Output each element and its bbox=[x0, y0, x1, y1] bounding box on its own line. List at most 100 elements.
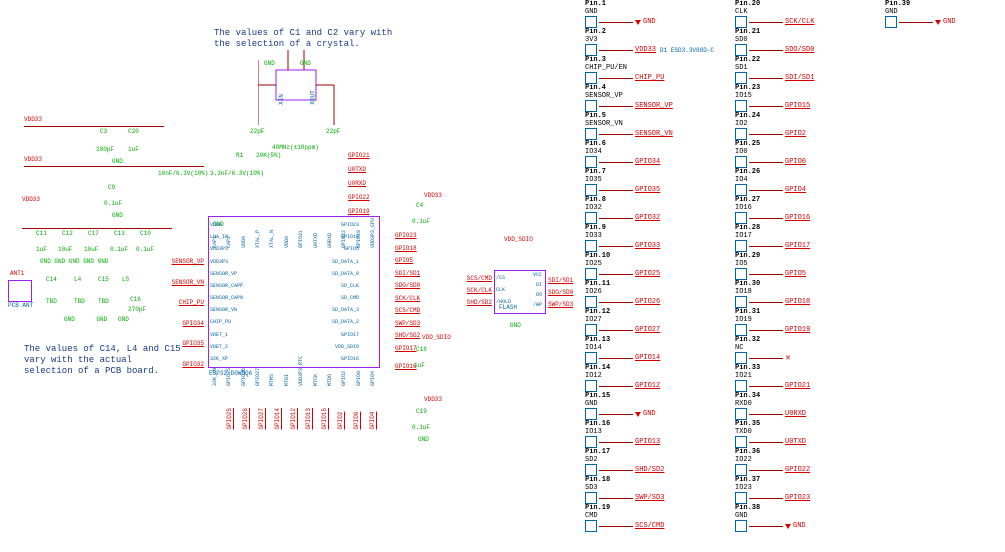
gnd-label: GND bbox=[418, 436, 429, 443]
vdd-sdio-rail: VDD_SDIO bbox=[422, 334, 451, 341]
ic-right-pins: GPIO23GPIO18GPIO5SD_DATA_1SD_DATA_0SD_CL… bbox=[332, 222, 359, 362]
c18-val: 1uF bbox=[414, 362, 425, 369]
c4-val: 0.1uF bbox=[412, 218, 430, 225]
pin-Pin.34: Pin.34RXD0U0RXD bbox=[735, 392, 865, 416]
l4-label: L4 bbox=[74, 276, 81, 283]
vdd33-rail: VDD33 bbox=[24, 156, 42, 163]
c9-label: C9 bbox=[108, 184, 115, 191]
ic-top-nets: GPIO21U0TXDU0RXDGPIO22GPIO19 bbox=[348, 148, 370, 218]
pin-Pin.35: Pin.35TXD0U0TXD bbox=[735, 420, 865, 444]
c17-label: C17 bbox=[88, 230, 99, 237]
c6-val: 3.3nF/6.3V(10%) bbox=[210, 170, 264, 177]
c15-val: TBD bbox=[98, 298, 109, 305]
gnd-label: GND GND GND bbox=[64, 316, 129, 323]
ic-bottom-nets: GPIO25GPIO26GPIO27GPIO14GPIO12GPIO13GPIO… bbox=[226, 408, 376, 430]
x1-val: 40MHz(±10ppm) bbox=[272, 144, 319, 151]
pin-Pin.2: Pin.23V3VDD33D1 ESD3.3V88D-C bbox=[585, 28, 715, 52]
pin-Pin.11: Pin.11IO26GPIO26 bbox=[585, 280, 715, 304]
c4-label: C4 bbox=[416, 202, 423, 209]
r1-val: 20K(5%) bbox=[256, 152, 281, 159]
flash-right-nets: SDI/SD1SDO/SD0SWP/SD3 bbox=[548, 274, 573, 310]
c1-val: 22pF bbox=[250, 128, 264, 135]
pin-Pin.33: Pin.33IO21GPIO21 bbox=[735, 364, 865, 388]
gnd-label: GND bbox=[300, 60, 311, 67]
pin-Pin.28: Pin.28IO17GPIO17 bbox=[735, 224, 865, 248]
vdd33-rail: VDD33 bbox=[424, 192, 442, 199]
c16-label: C16 bbox=[130, 296, 141, 303]
pin-Pin.31: Pin.31IO19GPIO19 bbox=[735, 308, 865, 332]
pin-Pin.8: Pin.8IO32GPIO32 bbox=[585, 196, 715, 220]
c11-label: C11 bbox=[36, 230, 47, 237]
pin-Pin.38: Pin.38GNDGND bbox=[735, 504, 865, 528]
pin-Pin.21: Pin.21SD0SDO/SD0 bbox=[735, 28, 865, 52]
c20-label: C20 bbox=[128, 128, 139, 135]
c19-val: 0.1uF bbox=[412, 424, 430, 431]
l5-label: L5 bbox=[122, 276, 129, 283]
c3-val: 100pF bbox=[96, 146, 114, 153]
pin-Pin.4: Pin.4SENSOR_VPSENSOR_VP bbox=[585, 84, 715, 108]
flash-right-pins: VCCDIDO/WP bbox=[524, 270, 542, 310]
pin-Pin.22: Pin.22SD1SDI/SD1 bbox=[735, 56, 865, 80]
pin-Pin.17: Pin.17SD2SHD/SD2 bbox=[585, 448, 715, 472]
c18-label: C18 bbox=[416, 346, 427, 353]
c13-val: 0.1uF bbox=[110, 246, 128, 253]
vdd33-rail: VDD33 bbox=[24, 116, 42, 123]
c20-val: 1uF bbox=[128, 146, 139, 153]
vdd33-rail: VDD33 bbox=[424, 396, 442, 403]
vdd33-rail: VDD33 bbox=[22, 196, 40, 203]
ic-left-pins: VDDALNA_INVDD3P3VDD3P3SENSOR_VPSENSOR_CA… bbox=[210, 222, 243, 362]
flash-left-pins: /CSCLK/HOLD bbox=[496, 272, 511, 308]
c9-val: 0.1uF bbox=[104, 200, 122, 207]
c3-label: C3 bbox=[100, 128, 107, 135]
pin-Pin.16: Pin.16IO13GPIO13 bbox=[585, 420, 715, 444]
gnd-label: GND bbox=[112, 212, 123, 219]
c17-val: 10uF bbox=[84, 246, 98, 253]
pin-Pin.1: Pin.1GNDGND bbox=[585, 0, 715, 24]
pin-Pin.15: Pin.15GNDGND bbox=[585, 392, 715, 416]
pin-Pin.6: Pin.6IO34GPIO34 bbox=[585, 140, 715, 164]
pin-Pin.12: Pin.12IO27GPIO27 bbox=[585, 308, 715, 332]
xout-label: XOUT bbox=[310, 90, 317, 104]
pin-Pin.7: Pin.7IO35GPIO35 bbox=[585, 168, 715, 192]
pin-Pin.36: Pin.36IO22GPIO22 bbox=[735, 448, 865, 472]
l4-val: TBD bbox=[74, 298, 85, 305]
pin-Pin.27: Pin.27IO16GPIO16 bbox=[735, 196, 865, 220]
c15-label: C15 bbox=[98, 276, 109, 283]
c12-label: C12 bbox=[62, 230, 73, 237]
pin-Pin.19: Pin.19CMDSCS/CMD bbox=[585, 504, 715, 528]
c12-val: 10uF bbox=[58, 246, 72, 253]
pin-Pin.13: Pin.13IO14GPIO14 bbox=[585, 336, 715, 360]
pin-Pin.23: Pin.23IO15GPIO15 bbox=[735, 84, 865, 108]
pin-Pin.29: Pin.29IO5GPIO5 bbox=[735, 252, 865, 276]
gnd-label: GND bbox=[264, 60, 275, 67]
pin-Pin.20: Pin.20CLKSCK/CLK bbox=[735, 0, 865, 24]
c5-val: 10nF/6.3V(10%) bbox=[158, 170, 208, 177]
pin-Pin.18: Pin.18SD3SWP/SD3 bbox=[585, 476, 715, 500]
gnd-label: GND GND GND GND GND bbox=[40, 258, 108, 265]
gnd-label: GND bbox=[112, 158, 123, 165]
c19-label: C19 bbox=[416, 408, 427, 415]
pin-Pin.37: Pin.37IO23GPIO23 bbox=[735, 476, 865, 500]
pin-Pin.39: Pin.39GNDGND bbox=[885, 0, 1005, 24]
pin-Pin.9: Pin.9IO33GPIO33 bbox=[585, 224, 715, 248]
c2-val: 22pF bbox=[326, 128, 340, 135]
schematic-region: GND GND XIN XOUT 22pF 22pF 40MHz(±10ppm)… bbox=[0, 0, 570, 552]
pin-Pin.10: Pin.10IO25GPIO25 bbox=[585, 252, 715, 276]
flash-left-nets: SCS/CMDSCK/CLKSHD/SD2 bbox=[452, 272, 492, 308]
pin-Pin.25: Pin.25IO0GPIO0 bbox=[735, 140, 865, 164]
pin-Pin.24: Pin.24IO2GPIO2 bbox=[735, 112, 865, 136]
c10-label: C10 bbox=[140, 230, 151, 237]
c14-label: C14 bbox=[46, 276, 57, 283]
pinout-table: Pin.1GNDGND Pin.23V3VDD33D1 ESD3.3V88D-C P… bbox=[585, 0, 1005, 530]
c13-label: C13 bbox=[114, 230, 125, 237]
pin-Pin.30: Pin.30IO18GPIO18 bbox=[735, 280, 865, 304]
c10-val: 0.1uF bbox=[136, 246, 154, 253]
gnd-label: GND bbox=[510, 322, 521, 329]
r1-label: R1 bbox=[236, 152, 243, 159]
pcb-antenna bbox=[8, 280, 32, 302]
xin-label: XIN bbox=[278, 94, 285, 105]
pin-Pin.3: Pin.3CHIP_PU/ENCHIP_PU bbox=[585, 56, 715, 80]
ant-label: ANT1 bbox=[10, 270, 24, 277]
pin-Pin.26: Pin.26IO4GPIO4 bbox=[735, 168, 865, 192]
c16-val: 270pF bbox=[128, 306, 146, 313]
